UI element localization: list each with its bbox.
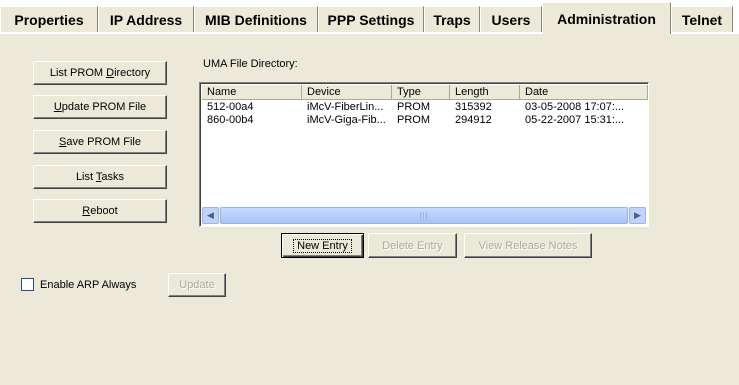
column-header-date[interactable]: Date <box>520 85 648 100</box>
button-label: irectory <box>114 67 151 79</box>
cell-date: 03-05-2008 17:07:... <box>525 101 625 113</box>
cell-type: PROM <box>397 101 430 113</box>
list-header: Name Device Type Length Date <box>202 85 648 100</box>
list-tasks-button[interactable]: List Tasks <box>33 165 167 189</box>
arrow-right-icon[interactable]: ▶ <box>629 207 646 224</box>
button-label: List PROM <box>49 67 107 79</box>
cell-length: 315392 <box>455 101 492 113</box>
button-label: asks <box>101 171 125 183</box>
view-release-notes-button[interactable]: View Release Notes <box>464 233 592 258</box>
tab-telnet[interactable]: Telnet <box>671 6 733 32</box>
table-row[interactable]: 512-00a4 iMcV-FiberLin... PROM 315392 03… <box>202 101 646 114</box>
button-mnemonic: D <box>106 67 115 79</box>
update-prom-file-button[interactable]: Update PROM File <box>33 95 167 119</box>
column-header-type[interactable]: Type <box>392 85 450 100</box>
button-label: New Entry <box>293 238 352 253</box>
cell-length: 294912 <box>455 114 492 126</box>
tab-bar: Properties IP Address MIB Definitions PP… <box>0 0 739 34</box>
enable-arp-always-checkbox[interactable] <box>21 278 34 291</box>
uma-file-directory-list[interactable]: Name Device Type Length Date 512-00a4 iM… <box>199 82 649 227</box>
button-label: pdate PROM File <box>61 101 147 113</box>
column-header-device[interactable]: Device <box>302 85 392 100</box>
button-mnemonic: R <box>82 205 91 217</box>
save-prom-file-button[interactable]: Save PROM File <box>33 130 167 154</box>
cell-name: 512-00a4 <box>207 101 254 113</box>
tab-administration[interactable]: Administration <box>542 2 671 34</box>
arrow-left-icon[interactable]: ◀ <box>202 207 219 224</box>
tab-ppp-settings[interactable]: PPP Settings <box>318 6 424 32</box>
update-button[interactable]: Update <box>168 273 226 297</box>
tab-users[interactable]: Users <box>480 6 542 32</box>
button-label: eboot <box>90 205 118 217</box>
cell-type: PROM <box>397 114 430 126</box>
list-prom-directory-button[interactable]: List PROM Directory <box>33 61 167 85</box>
button-label: ave PROM File <box>66 136 141 148</box>
cell-device: iMcV-Giga-Fib... <box>307 114 386 126</box>
horizontal-scrollbar[interactable]: ◀ ||| ▶ <box>202 207 646 224</box>
tab-properties[interactable]: Properties <box>0 6 98 32</box>
table-row[interactable]: 860-00b4 iMcV-Giga-Fib... PROM 294912 05… <box>202 114 646 127</box>
uma-file-directory-label: UMA File Directory: <box>203 58 298 70</box>
reboot-button[interactable]: Reboot <box>33 199 167 223</box>
column-header-length[interactable]: Length <box>450 85 520 100</box>
tab-traps[interactable]: Traps <box>424 6 480 32</box>
button-label: List <box>75 171 96 183</box>
cell-device: iMcV-FiberLin... <box>307 101 384 113</box>
cell-date: 05-22-2007 15:31:... <box>525 114 625 126</box>
delete-entry-button[interactable]: Delete Entry <box>368 233 457 258</box>
tab-ip-address[interactable]: IP Address <box>98 6 194 32</box>
enable-arp-always-label[interactable]: Enable ARP Always <box>40 279 136 291</box>
scrollbar-thumb[interactable]: ||| <box>220 207 628 224</box>
new-entry-button[interactable]: New Entry <box>281 233 364 258</box>
cell-name: 860-00b4 <box>207 114 254 126</box>
tab-mib-definitions[interactable]: MIB Definitions <box>194 6 318 32</box>
column-header-name[interactable]: Name <box>202 85 302 100</box>
button-mnemonic: U <box>53 101 62 113</box>
